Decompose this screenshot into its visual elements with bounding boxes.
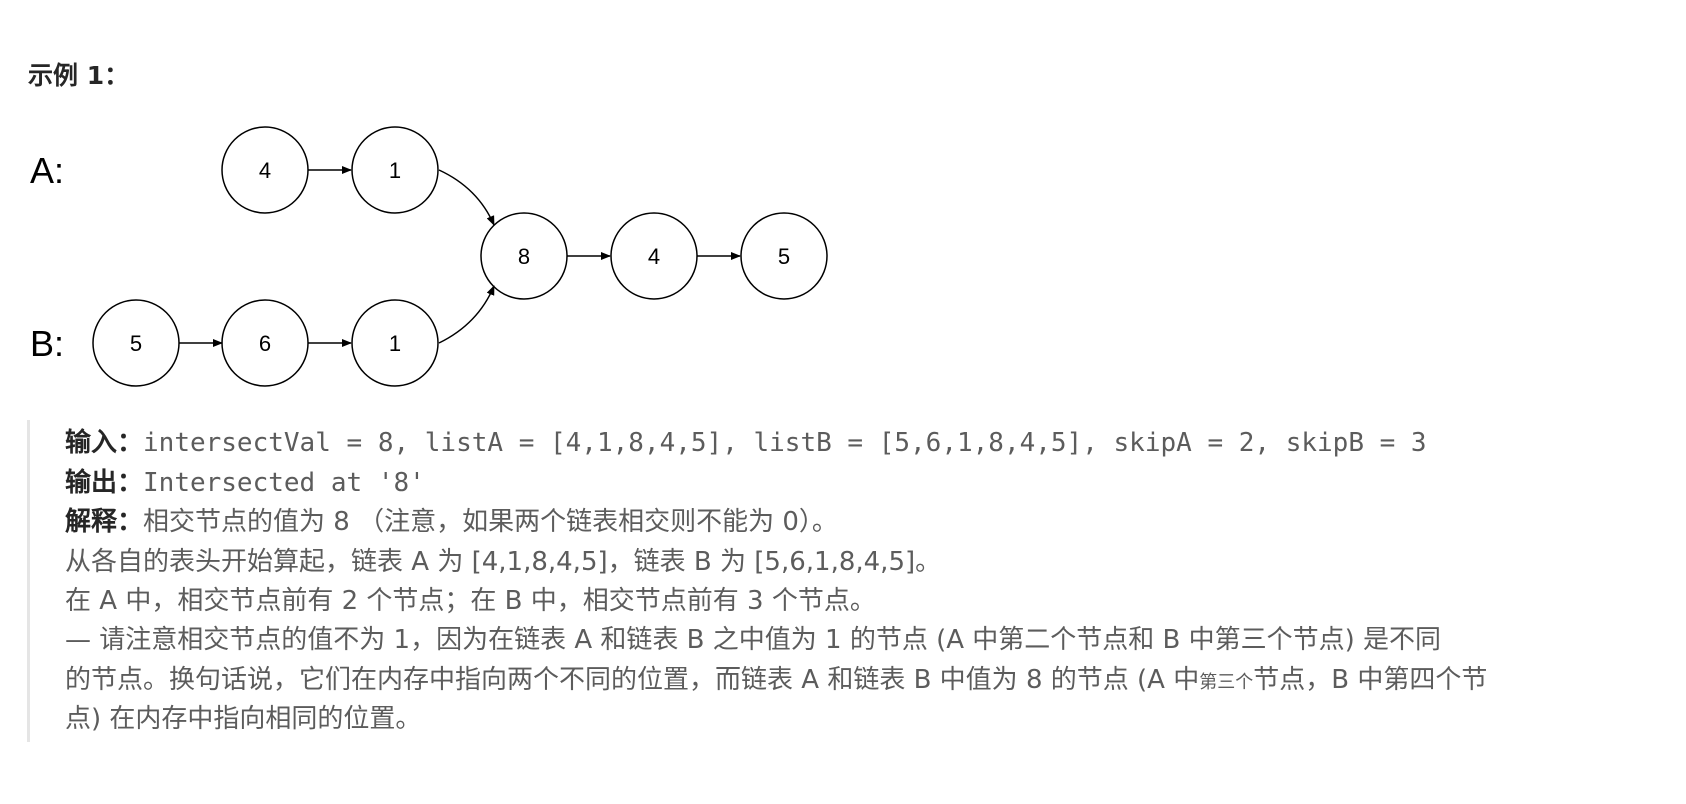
input-label: 输入：: [65, 428, 144, 458]
explain-text: 相交节点的值为 8 （注意，如果两个链表相交则不能为 0）。: [143, 507, 838, 537]
input-value: intersectVal = 8, listA = [4,1,8,4,5], l…: [143, 428, 1427, 458]
explain-line-5-small: 第三个: [1199, 672, 1254, 693]
input-line: 输入：intersectVal = 8, listA = [4,1,8,4,5]…: [65, 423, 1427, 463]
explain-line-5-part1: 的节点。换句话说，它们在内存中指向两个不同的位置，而链表 A 和链表 B 中值为…: [65, 665, 1200, 695]
node-b-3-value: 1: [389, 331, 401, 356]
row-b-label: B:: [30, 323, 64, 364]
node-shared-3: 5: [740, 212, 828, 300]
explain-label: 解释：: [65, 507, 144, 537]
arrow-b3-shared1: [438, 285, 495, 344]
node-a-1: 4: [221, 126, 309, 214]
node-shared-2: 4: [610, 212, 698, 300]
explain-line-6: 点) 在内存中指向相同的位置。: [65, 704, 422, 734]
node-shared-1-value: 8: [518, 244, 530, 269]
node-b-1: 5: [92, 299, 180, 387]
explain-line-2: 从各自的表头开始算起，链表 A 为 [4,1,8,4,5]，链表 B 为 [5,…: [65, 547, 942, 577]
output-value: Intersected at '8': [143, 468, 425, 498]
explain-line-5-part2: 节点，B 中第四个节: [1253, 665, 1488, 695]
explain-line-4: — 请注意相交节点的值不为 1，因为在链表 A 和链表 B 之中值为 1 的节点…: [65, 625, 1442, 655]
output-line: 输出：Intersected at '8': [65, 463, 425, 503]
node-shared-2-value: 4: [648, 244, 660, 269]
node-a-2-value: 1: [389, 158, 401, 183]
explain-line-5: 的节点。换句话说，它们在内存中指向两个不同的位置，而链表 A 和链表 B 中值为…: [65, 660, 1487, 703]
node-shared-3-value: 5: [778, 244, 790, 269]
node-b-3: 1: [351, 299, 439, 387]
node-a-2: 1: [351, 126, 439, 214]
explain-line-3: 在 A 中，相交节点前有 2 个节点；在 B 中，相交节点前有 3 个节点。: [65, 586, 876, 616]
explain-line: 解释：相交节点的值为 8 （注意，如果两个链表相交则不能为 0）。: [65, 502, 838, 542]
node-a-1-value: 4: [259, 158, 271, 183]
output-label: 输出：: [65, 468, 144, 498]
linked-list-diagram: A: B: 4 1 8 4 5 5 6 1: [30, 126, 828, 387]
arrow-a2-shared1: [438, 169, 495, 226]
node-b-2-value: 6: [259, 331, 271, 356]
node-b-2: 6: [221, 299, 309, 387]
node-b-1-value: 5: [130, 331, 142, 356]
row-a-label: A:: [30, 150, 64, 191]
example-blockquote: 输入：intersectVal = 8, listA = [4,1,8,4,5]…: [27, 420, 1647, 742]
